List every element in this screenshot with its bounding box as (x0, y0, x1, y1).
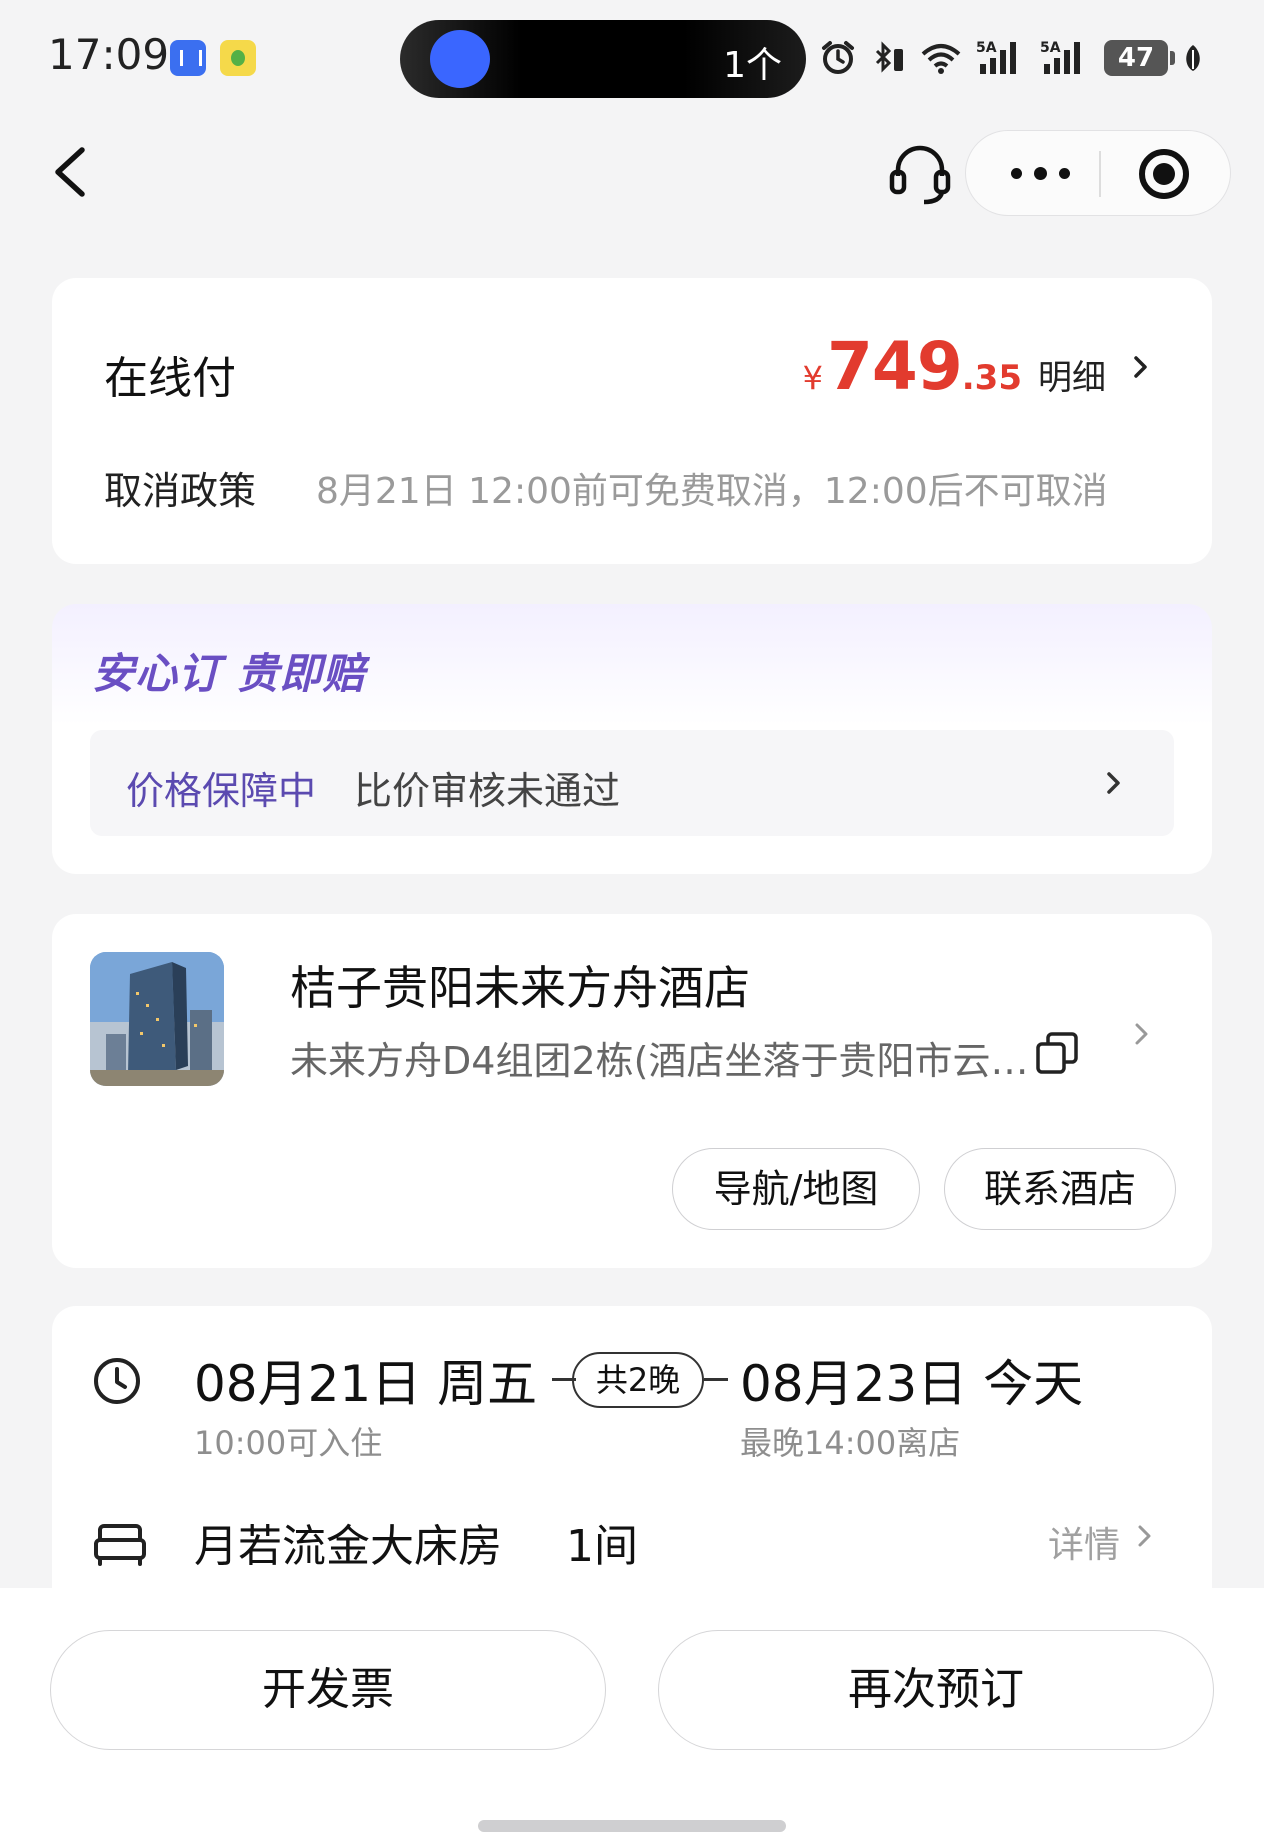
hotel-name[interactable]: 桔子贵阳未来方舟酒店 (290, 952, 750, 1018)
bed-icon (94, 1524, 146, 1566)
island-avatar (430, 30, 490, 88)
battery-icon: 47 (1104, 40, 1175, 76)
guarantee-brand: 安心订 贵即赔 (92, 649, 366, 698)
payment-card: 在线付 ¥ 749 .35 明细 取消政策 8月21日 12:00前可免费取消，… (52, 278, 1212, 564)
system-icons: 5A 5A 47 (820, 36, 1204, 80)
signal-5g-icon: 5A (976, 40, 1016, 74)
mini-program-capsule (965, 130, 1231, 216)
guarantee-status-row[interactable]: 价格保障中 比价审核未通过 (90, 730, 1174, 836)
contact-hotel-button[interactable]: 联系酒店 (944, 1148, 1176, 1230)
chevron-right-icon[interactable] (1136, 1522, 1154, 1550)
cancel-policy-label: 取消政策 (104, 469, 257, 513)
home-indicator[interactable] (478, 1820, 786, 1832)
island-text: 1个 (723, 45, 782, 86)
leaf-icon (1186, 45, 1200, 71)
invoice-button[interactable]: 开发票 (50, 1630, 606, 1750)
guarantee-status: 价格保障中 (126, 769, 317, 813)
checkout-note: 最晚14:00离店 (740, 1424, 961, 1462)
price-detail-label: 明细 (1038, 358, 1106, 398)
chevron-right-icon (1107, 772, 1120, 794)
checkin-note: 10:00可入住 (194, 1424, 383, 1462)
currency-symbol: ¥ (802, 359, 823, 397)
copy-icon[interactable] (1034, 1030, 1080, 1076)
rebook-button[interactable]: 再次预订 (658, 1630, 1214, 1750)
customer-service-icon[interactable] (884, 138, 956, 208)
date-connector (704, 1378, 728, 1381)
dynamic-island[interactable]: 1个 (400, 20, 806, 98)
status-bar: 17:09 1个 5A 5A 47 (0, 0, 1264, 120)
more-icon[interactable] (1000, 151, 1080, 195)
room-detail-link[interactable]: 详情 (1048, 1516, 1120, 1568)
room-count: 1间 (566, 1521, 638, 1572)
price-decimal: .35 (961, 358, 1022, 398)
price-integer: 749 (826, 328, 963, 405)
alarm-icon (822, 41, 854, 74)
payment-title: 在线付 (104, 353, 236, 404)
back-icon[interactable] (40, 136, 100, 208)
clock-icon (94, 1358, 140, 1404)
bluetooth-icon (875, 41, 903, 73)
hotel-address[interactable]: 未来方舟D4组团2栋(酒店坐落于贵阳市云… (290, 1030, 1030, 1085)
status-time: 17:09 (48, 30, 170, 79)
chevron-right-icon (1134, 355, 1147, 378)
bottom-action-bar: 开发票 再次预订 (0, 1588, 1264, 1848)
navigation-map-button[interactable]: 导航/地图 (672, 1148, 920, 1230)
music-app-icon (220, 40, 256, 76)
signal-5g-icon: 5A (1040, 40, 1080, 74)
chevron-right-icon[interactable] (1132, 1020, 1152, 1048)
voice-app-icon (170, 40, 206, 76)
wifi-icon (921, 44, 961, 74)
mini-program-close-icon[interactable] (1139, 149, 1189, 199)
cancel-policy-text: 8月21日 12:00前可免费取消，12:00后不可取消 (316, 471, 1108, 512)
hotel-photo[interactable] (90, 952, 224, 1086)
guarantee-result: 比价审核未通过 (354, 769, 621, 813)
checkout-date: 08月23日 今天 (740, 1355, 1084, 1413)
capsule-divider (1099, 151, 1101, 197)
price-guarantee-card: 安心订 贵即赔 价格保障中 比价审核未通过 (52, 604, 1212, 874)
price-detail-link[interactable]: ¥ 749 .35 明细 (803, 328, 1152, 405)
room-type: 月若流金大床房 (194, 1521, 502, 1572)
svg-text:5A: 5A (1040, 40, 1061, 56)
svg-text:5A: 5A (976, 40, 997, 56)
hotel-card: 桔子贵阳未来方舟酒店 未来方舟D4组团2栋(酒店坐落于贵阳市云… 导航/地图 联… (52, 914, 1212, 1268)
checkin-date: 08月21日 周五 (194, 1355, 538, 1413)
nights-badge: 共2晚 (572, 1352, 704, 1408)
